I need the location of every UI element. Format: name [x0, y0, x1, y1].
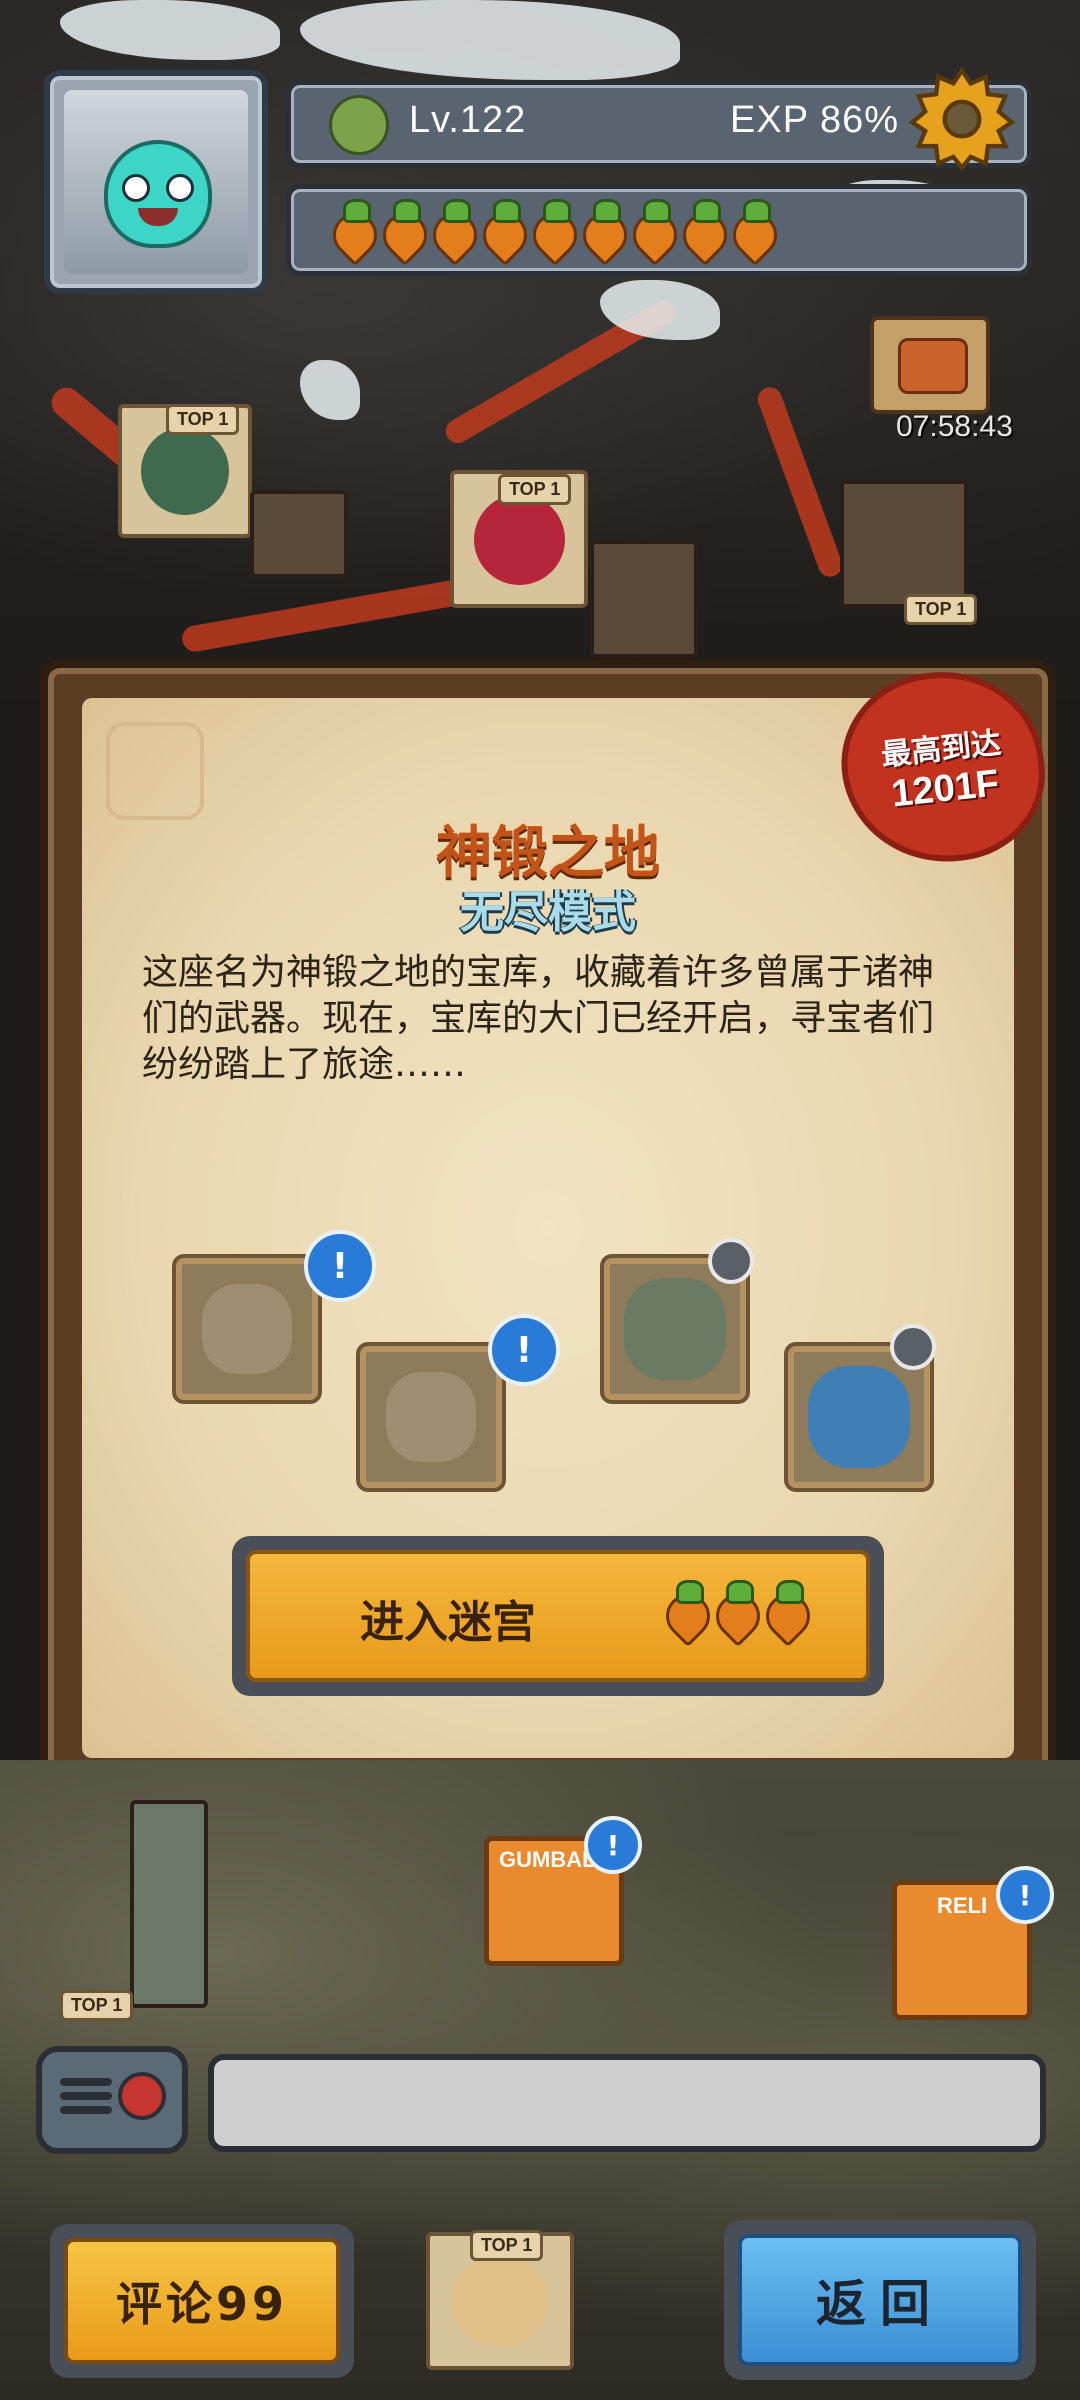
gear-icon: [908, 66, 1016, 172]
alert-badge-icon: !: [304, 1230, 376, 1302]
radio-knob-icon: [118, 2072, 166, 2120]
sword-badge-icon: [708, 1238, 754, 1284]
dragon-monster-icon: [808, 1366, 910, 1468]
corner-ornament: [106, 722, 204, 820]
carrot-icon: [627, 199, 675, 257]
comments-button-label: 评论99: [64, 2238, 340, 2364]
horned-cat-monster-icon: [624, 1278, 726, 1380]
alert-badge-icon: !: [996, 1866, 1054, 1924]
chest-timer: 07:58:43: [896, 410, 1013, 443]
chat-radio-button[interactable]: [36, 2046, 188, 2154]
avatar-eye: [122, 174, 150, 202]
avatar-portrait: [64, 90, 248, 274]
alert-badge-icon: !: [488, 1314, 560, 1386]
top-rank-badge: TOP 1: [166, 404, 240, 435]
enter-dungeon-button[interactable]: 进入迷宫: [232, 1536, 884, 1696]
back-button[interactable]: 返回: [724, 2220, 1036, 2380]
shield-icon: [386, 1372, 476, 1462]
top-rank-badge: TOP 1: [498, 474, 572, 505]
player-level: Lv.122: [409, 99, 527, 141]
carrot-icon: [710, 1580, 758, 1638]
avatar-eye: [166, 174, 194, 202]
carrot-icon: [727, 199, 775, 257]
chat-message-box[interactable]: [208, 2054, 1046, 2152]
carrot-icon: [477, 199, 525, 257]
enter-cost-carrots: [660, 1580, 808, 1638]
settings-gear-button[interactable]: [908, 64, 1016, 172]
top-rank-badge: TOP 1: [470, 2230, 544, 2261]
reward-slot-shield[interactable]: [360, 1346, 502, 1488]
slime-avatar-icon: [104, 140, 212, 248]
top-rank-badge: TOP 1: [904, 594, 978, 625]
snow-patch: [300, 360, 360, 420]
carrot-icon: [377, 199, 425, 257]
carrot-icon: [427, 199, 475, 257]
stamina-carrot-bar: [286, 184, 1032, 276]
top-rank-badge: TOP 1: [60, 1990, 134, 2021]
exp-percent: EXP 86%: [730, 99, 899, 141]
red-demon-monster-icon: [473, 493, 565, 585]
comments-button[interactable]: 评论99: [50, 2224, 354, 2378]
dungeon-description: 这座名为神锻之地的宝库，收藏着许多曾属于诸神们的武器。现在，宝库的大门已经开启，…: [142, 952, 935, 1085]
enter-button-label: 进入迷宫: [360, 1597, 536, 1648]
carrot-icon: [327, 199, 375, 257]
vase-icon: [202, 1284, 292, 1374]
tree-level-icon: [329, 95, 389, 155]
carrot-icon: [527, 199, 575, 257]
staff-badge-icon: [890, 1324, 936, 1370]
snow-patch: [60, 0, 280, 60]
carrot-list: [327, 199, 775, 257]
carrot-icon: [677, 199, 725, 257]
carrot-icon: [660, 1580, 708, 1638]
alert-badge-icon: !: [584, 1816, 642, 1874]
map-tower-building: [130, 1800, 208, 2008]
treasure-chest[interactable]: [870, 316, 990, 414]
mode-subtitle: 无尽模式: [460, 887, 636, 938]
carrot-icon: [760, 1580, 808, 1638]
snow-patch: [300, 0, 680, 80]
map-forge-building: [250, 490, 348, 578]
carrot-icon: [577, 199, 625, 257]
chest-icon: [898, 338, 968, 394]
octopus-monster-icon: [140, 426, 230, 516]
player-avatar[interactable]: [44, 70, 268, 294]
scientist-npc-icon: [451, 2255, 549, 2347]
reward-slot-vase[interactable]: [176, 1258, 318, 1400]
lava-river: [754, 383, 846, 581]
back-button-label: 返回: [738, 2234, 1022, 2366]
radio-grill-icon: [60, 2078, 112, 2086]
avatar-mouth: [138, 208, 178, 226]
map-gate-building: [590, 540, 698, 658]
enter-button-face: 进入迷宫: [246, 1550, 870, 1682]
map-castle-building: [840, 480, 968, 608]
